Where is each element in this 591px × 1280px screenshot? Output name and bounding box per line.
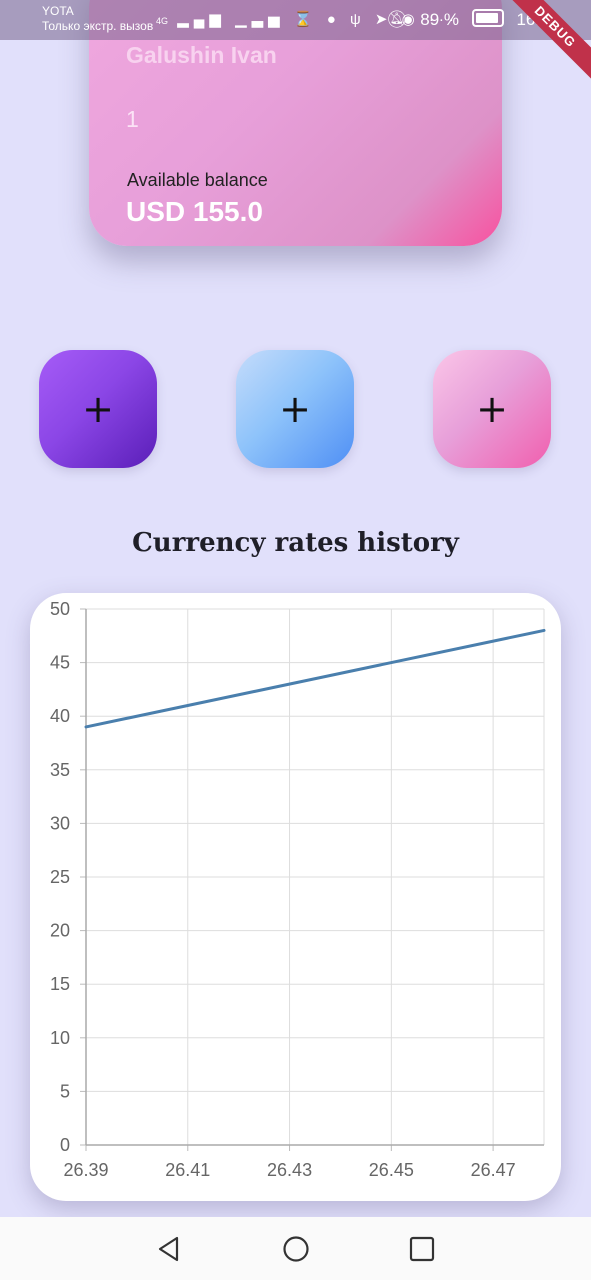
plus-icon: + <box>279 387 311 431</box>
add-button-blue[interactable]: + <box>236 350 354 468</box>
plus-icon: + <box>82 387 114 431</box>
y-tick-label: 0 <box>60 1135 70 1155</box>
y-tick-label: 10 <box>50 1028 70 1048</box>
back-icon[interactable] <box>155 1235 183 1263</box>
plus-icon: + <box>476 387 508 431</box>
y-tick-label: 30 <box>50 813 70 833</box>
balance-label: Available balance <box>127 170 268 190</box>
color-app-icon: ● <box>326 11 341 28</box>
add-button-pink[interactable]: + <box>433 350 551 468</box>
usb-icon: ψ <box>349 11 366 28</box>
mute-bell-icon: 🔕︎ <box>385 10 408 29</box>
y-tick-label: 20 <box>50 921 70 941</box>
x-tick-label: 26.47 <box>471 1160 516 1180</box>
no-signal-icon: ▁▃▅ <box>235 11 285 28</box>
battery-percent: 89 % <box>420 10 459 29</box>
currency-chart: 0 5 10 15 20 25 30 35 40 45 50 26.39 26.41 26.43 26.45… <box>50 599 546 1180</box>
y-tick-label: 50 <box>50 599 70 619</box>
chart-card: 0 5 10 15 20 25 30 35 40 45 50 26.39 26.41 26.43 26.45… <box>30 593 561 1201</box>
y-tick-label: 25 <box>50 867 70 887</box>
y-tick-label: 15 <box>50 974 70 994</box>
series-line <box>84 628 546 729</box>
x-tick-label: 26.41 <box>165 1160 210 1180</box>
network-type: 4G <box>156 16 169 26</box>
card-number: 1 <box>126 106 139 132</box>
card-holder-name: Galushin Ivan <box>126 42 277 68</box>
battery-icon <box>471 9 504 27</box>
recents-icon[interactable] <box>408 1235 436 1263</box>
add-button-purple[interactable]: + <box>39 350 157 468</box>
y-tick-label: 35 <box>50 760 70 780</box>
y-tick-label: 5 <box>60 1081 70 1101</box>
status-bar: YOTA Только экстр. вызов 4G ▂▄▆ ▁▃▅ ⌛ ● … <box>0 0 591 40</box>
carrier-name: YOTA <box>42 4 74 18</box>
home-icon[interactable] <box>282 1235 310 1263</box>
nav-bar <box>0 1217 591 1280</box>
section-title: Currency rates history <box>132 528 459 558</box>
hourglass-icon: ⌛ <box>293 11 318 28</box>
x-tick-label: 26.45 <box>369 1160 414 1180</box>
y-tick-label: 45 <box>50 653 70 673</box>
balance-value: USD 155.0 <box>126 196 263 227</box>
carrier-info: YOTA Только экстр. вызов <box>42 4 153 34</box>
signal-icon: ▂▄▆ <box>177 11 226 28</box>
carrier-status: Только экстр. вызов <box>42 19 154 33</box>
x-tick-label: 26.43 <box>267 1160 312 1180</box>
y-tick-label: 40 <box>50 706 70 726</box>
x-tick-label: 26.39 <box>63 1160 108 1180</box>
